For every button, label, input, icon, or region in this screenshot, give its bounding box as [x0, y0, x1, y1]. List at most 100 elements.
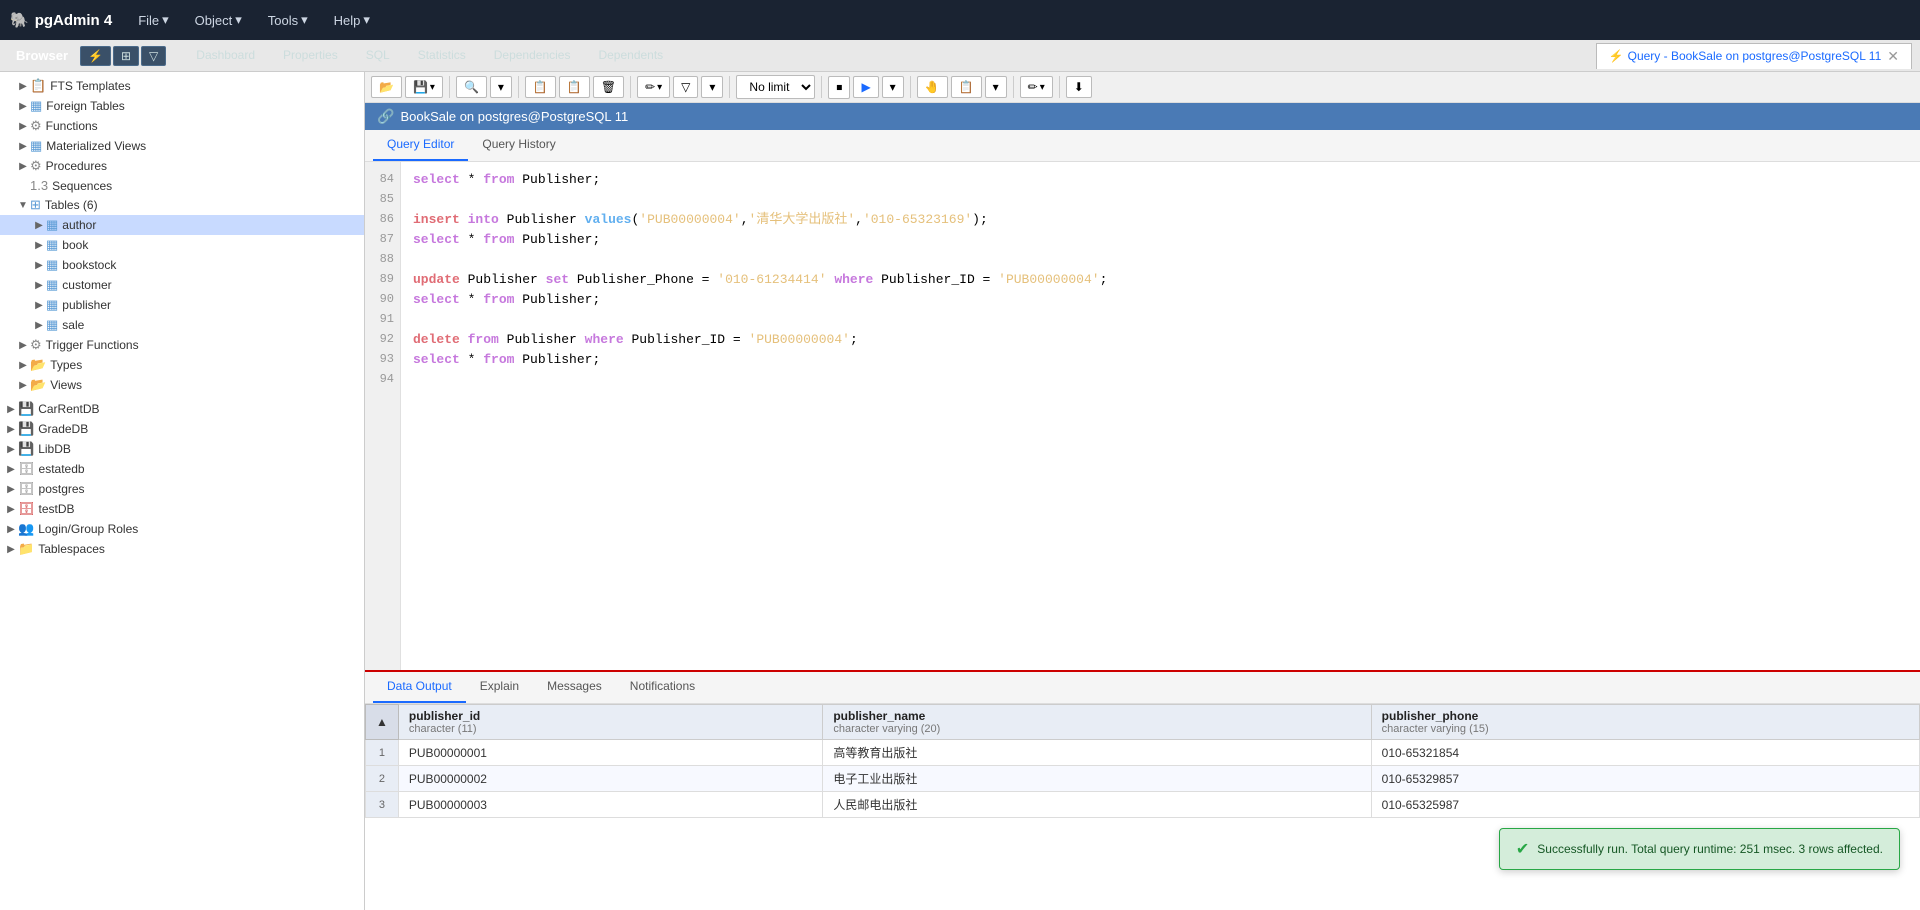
- code-line-87: select * from Publisher;: [413, 230, 1908, 250]
- delete-btn[interactable]: 🗑: [593, 76, 624, 98]
- sidebar-item-bookstock[interactable]: ▶ ▦ bookstock: [0, 255, 364, 275]
- sidebar-item-materialized-views[interactable]: ▶ ▦ Materialized Views: [0, 136, 364, 156]
- grid-view-btn[interactable]: ⊞: [113, 46, 139, 66]
- sidebar-item-label: postgres: [39, 482, 85, 496]
- save-btn[interactable]: 💾 ▾: [405, 76, 443, 98]
- sidebar-item-tablespaces[interactable]: ▶ 📁 Tablespaces: [0, 539, 364, 559]
- sidebar-item-label: estatedb: [39, 462, 85, 476]
- sidebar-item-libdb[interactable]: ▶ 💾 LibDB: [0, 439, 364, 459]
- cell-publisher-phone-2: 010-65329857: [1371, 766, 1919, 792]
- menu-tools[interactable]: Tools ▾: [258, 8, 318, 32]
- sidebar-item-foreign-tables[interactable]: ▶ ▦ Foreign Tables: [0, 96, 364, 116]
- sidebar-item-label: Sequences: [52, 179, 112, 193]
- tab-dependencies[interactable]: Dependencies: [480, 42, 585, 70]
- tab-notifications[interactable]: Notifications: [616, 672, 709, 703]
- row-limit-select[interactable]: No limit: [736, 75, 815, 99]
- run-dropdown-btn[interactable]: ▾: [882, 76, 904, 98]
- sidebar-item-customer[interactable]: ▶ ▦ customer: [0, 275, 364, 295]
- sidebar-item-testdb[interactable]: ▶ 🗄 testDB: [0, 499, 364, 519]
- query-editor-tab[interactable]: ⚡ Query - BookSale on postgres@PostgreSQ…: [1596, 43, 1912, 69]
- expand-arrow: ▶: [16, 141, 30, 152]
- expand-arrow: ▶: [32, 280, 46, 291]
- cell-publisher-id-3: PUB00000003: [398, 792, 822, 818]
- stop-btn[interactable]: ⏹: [828, 76, 850, 99]
- sidebar-item-publisher[interactable]: ▶ ▦ publisher: [0, 295, 364, 315]
- browser-label: Browser: [8, 48, 76, 63]
- explain-btn[interactable]: 🤚: [917, 76, 948, 98]
- sidebar-item-gradedb[interactable]: ▶ 💾 GradeDB: [0, 419, 364, 439]
- filter-dropdown-btn[interactable]: ▾: [701, 76, 723, 98]
- filter-btn[interactable]: ▽: [673, 76, 698, 98]
- results-tabs: Data Output Explain Messages Notificatio…: [365, 672, 1920, 704]
- sidebar-item-postgres[interactable]: ▶ 🗄 postgres: [0, 479, 364, 499]
- search-btn[interactable]: 🔍: [456, 76, 487, 98]
- expand-arrow: ▶: [4, 484, 18, 495]
- sort-arrow-icon: ▲: [376, 715, 388, 729]
- view-dropdown-btn[interactable]: ▾: [985, 76, 1007, 98]
- tab-dashboard[interactable]: Dashboard: [182, 42, 269, 70]
- code-content[interactable]: select * from Publisher; insert into Pub…: [401, 162, 1920, 670]
- table-icon: ▦: [46, 257, 58, 273]
- app-title: pgAdmin 4: [35, 12, 113, 29]
- menu-help[interactable]: Help ▾: [324, 8, 380, 32]
- sidebar-item-sequences[interactable]: 1.3 Sequences: [0, 176, 364, 195]
- sidebar-item-trigger-functions[interactable]: ▶ ⚙ Trigger Functions: [0, 335, 364, 355]
- tab-data-output[interactable]: Data Output: [373, 672, 466, 703]
- format-btn[interactable]: ✏ ▾: [1020, 76, 1053, 98]
- col-header-publisher-name[interactable]: publisher_name character varying (20): [823, 705, 1371, 740]
- search-dropdown-btn[interactable]: ▾: [490, 76, 512, 98]
- open-file-btn[interactable]: 📂: [371, 76, 402, 98]
- sidebar-item-estatedb[interactable]: ▶ 🗄 estatedb: [0, 459, 364, 479]
- toolbar-sep-2: [518, 76, 519, 98]
- sidebar-item-sale[interactable]: ▶ ▦ sale: [0, 315, 364, 335]
- tab-query-editor[interactable]: Query Editor: [373, 130, 468, 161]
- sidebar-item-tables[interactable]: ▼ ⊞ Tables (6): [0, 195, 364, 215]
- tab-properties[interactable]: Properties: [269, 42, 352, 70]
- download-btn[interactable]: ⬇: [1066, 76, 1092, 98]
- tab-query-history[interactable]: Query History: [468, 130, 569, 161]
- expand-arrow: ▼: [16, 200, 30, 211]
- menu-object[interactable]: Object ▾: [185, 8, 252, 32]
- types-icon: 📂: [30, 357, 46, 373]
- expand-arrow: ▶: [4, 404, 18, 415]
- panel-tabs-bar: Browser ⚡ ⊞ ▽ Dashboard Properties SQL S…: [0, 40, 1920, 72]
- tab-sql[interactable]: SQL: [352, 42, 404, 70]
- table-row: 3 PUB00000003 人民邮电出版社 010-65325987: [366, 792, 1920, 818]
- tab-messages[interactable]: Messages: [533, 672, 616, 703]
- refresh-browser-btn[interactable]: ⚡: [80, 46, 111, 66]
- toolbar-sep-7: [1013, 76, 1014, 98]
- sidebar-item-carrentdb[interactable]: ▶ 💾 CarRentDB: [0, 399, 364, 419]
- data-table-container[interactable]: ▲ publisher_id character (11) publisher_…: [365, 704, 1920, 910]
- view-btn[interactable]: 📋: [951, 76, 982, 98]
- cell-publisher-phone-1: 010-65321854: [1371, 740, 1919, 766]
- sidebar-item-fts-templates[interactable]: ▶ 📋 FTS Templates: [0, 76, 364, 96]
- menu-file[interactable]: File ▾: [128, 8, 178, 32]
- paste-btn[interactable]: 📋: [559, 76, 590, 98]
- success-toast: ✔ Successfully run. Total query runtime:…: [1499, 828, 1900, 870]
- tab-explain[interactable]: Explain: [466, 672, 533, 703]
- filter-btn[interactable]: ▽: [141, 46, 166, 66]
- cell-publisher-name-3: 人民邮电出版社: [823, 792, 1371, 818]
- sidebar-item-views[interactable]: ▶ 📂 Views: [0, 375, 364, 395]
- toolbar-sep-5: [821, 76, 822, 98]
- edit-btn[interactable]: ✏ ▾: [637, 76, 670, 98]
- query-toolbar: 📂 💾 ▾ 🔍 ▾ 📋 📋 🗑 ✏ ▾ ▽ ▾ No limit ⏹: [365, 72, 1920, 103]
- sidebar-item-login-group-roles[interactable]: ▶ 👥 Login/Group Roles: [0, 519, 364, 539]
- copy-btn[interactable]: 📋: [525, 76, 556, 98]
- tab-statistics[interactable]: Statistics: [404, 42, 480, 70]
- sidebar-item-types[interactable]: ▶ 📂 Types: [0, 355, 364, 375]
- col-header-publisher-id[interactable]: publisher_id character (11): [398, 705, 822, 740]
- cell-publisher-phone-3: 010-65325987: [1371, 792, 1919, 818]
- connection-icon: 🔗: [377, 108, 394, 125]
- sidebar-item-author[interactable]: ▶ ▦ author: [0, 215, 364, 235]
- close-query-tab-btn[interactable]: ✕: [1887, 48, 1899, 65]
- db-icon: 💾: [18, 401, 34, 417]
- code-line-84: select * from Publisher;: [413, 170, 1908, 190]
- sidebar-item-book[interactable]: ▶ ▦ book: [0, 235, 364, 255]
- col-header-publisher-phone[interactable]: publisher_phone character varying (15): [1371, 705, 1919, 740]
- tab-dependents[interactable]: Dependents: [584, 42, 677, 70]
- sidebar-item-procedures[interactable]: ▶ ⚙ Procedures: [0, 156, 364, 176]
- sidebar-item-functions[interactable]: ▶ ⚙ Functions: [0, 116, 364, 136]
- run-btn[interactable]: ▶: [853, 76, 878, 98]
- code-editor[interactable]: 84 85 86 87 88 89 90 91 92 93 94 select …: [365, 162, 1920, 670]
